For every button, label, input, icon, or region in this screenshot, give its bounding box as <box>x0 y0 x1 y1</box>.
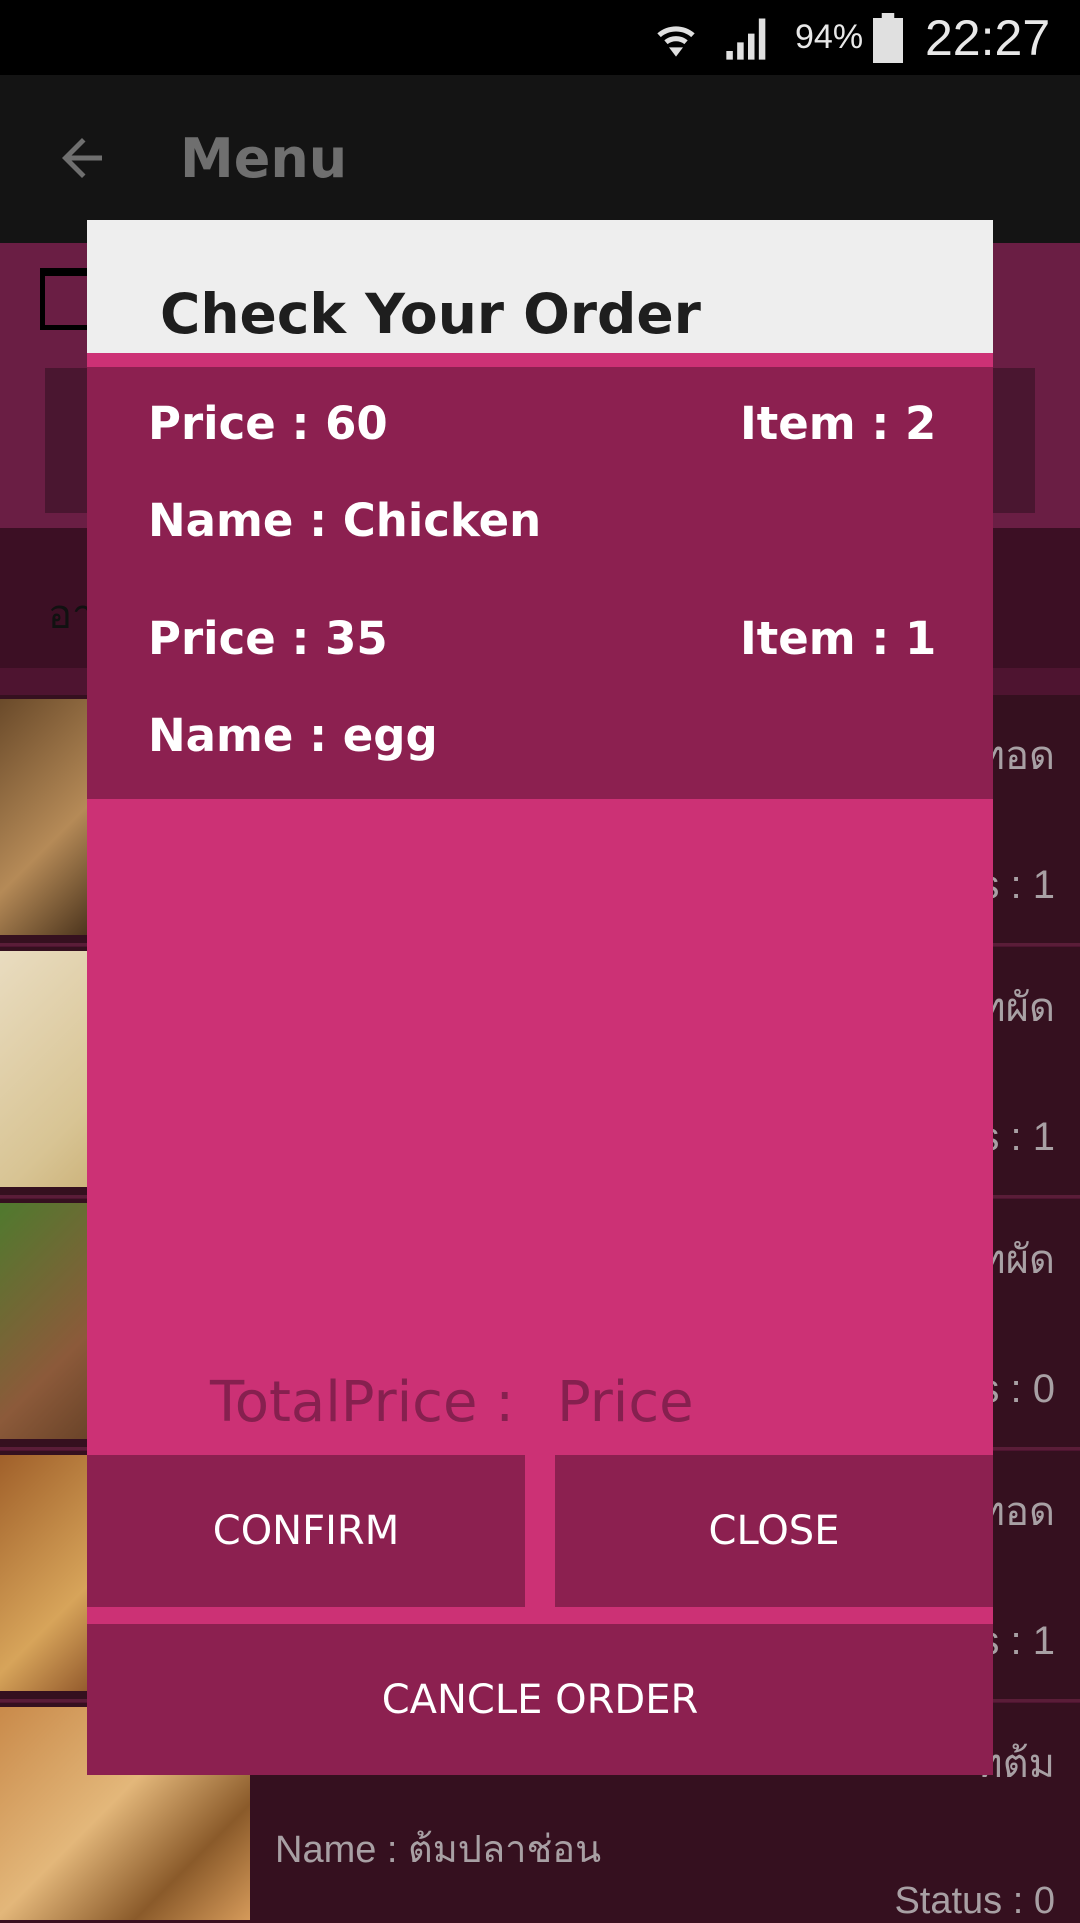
close-button[interactable]: CLOSE <box>555 1455 993 1607</box>
battery-percent: 94% <box>795 18 864 56</box>
order-price: Price : 60 <box>148 397 388 450</box>
total-price-value: Price <box>557 1370 694 1435</box>
list-item-status: Status : 0 <box>894 1880 1055 1922</box>
toolbar-title: Menu <box>180 127 348 190</box>
signal-icon <box>722 0 774 75</box>
list-item-name: Name : ต้มปลาช่อน <box>275 1829 602 1871</box>
order-name: Name : Chicken <box>148 494 542 547</box>
arrow-left-icon[interactable] <box>52 128 112 188</box>
order-dialog: Check Your Order Price : 60 Item : 2 Nam… <box>87 220 993 1775</box>
app-toolbar: Menu <box>0 75 1080 243</box>
order-item-count: Item : 1 <box>740 612 937 665</box>
dialog-header: Check Your Order <box>87 220 993 353</box>
clock: 22:27 <box>925 9 1051 66</box>
dialog-title: Check Your Order <box>160 282 701 346</box>
order-item-count: Item : 2 <box>740 397 937 450</box>
total-price-label: TotalPrice : <box>210 1370 515 1435</box>
wifi-icon <box>648 0 704 75</box>
status-bar: 94% 22:27 <box>0 0 1080 75</box>
order-list: Price : 60 Item : 2 Name : Chicken Price… <box>87 367 993 799</box>
confirm-button[interactable]: CONFIRM <box>87 1455 525 1607</box>
battery-icon <box>873 0 903 75</box>
order-price: Price : 35 <box>148 612 388 665</box>
order-name: Name : egg <box>148 709 438 762</box>
cancel-order-button[interactable]: CANCLE ORDER <box>87 1624 993 1775</box>
